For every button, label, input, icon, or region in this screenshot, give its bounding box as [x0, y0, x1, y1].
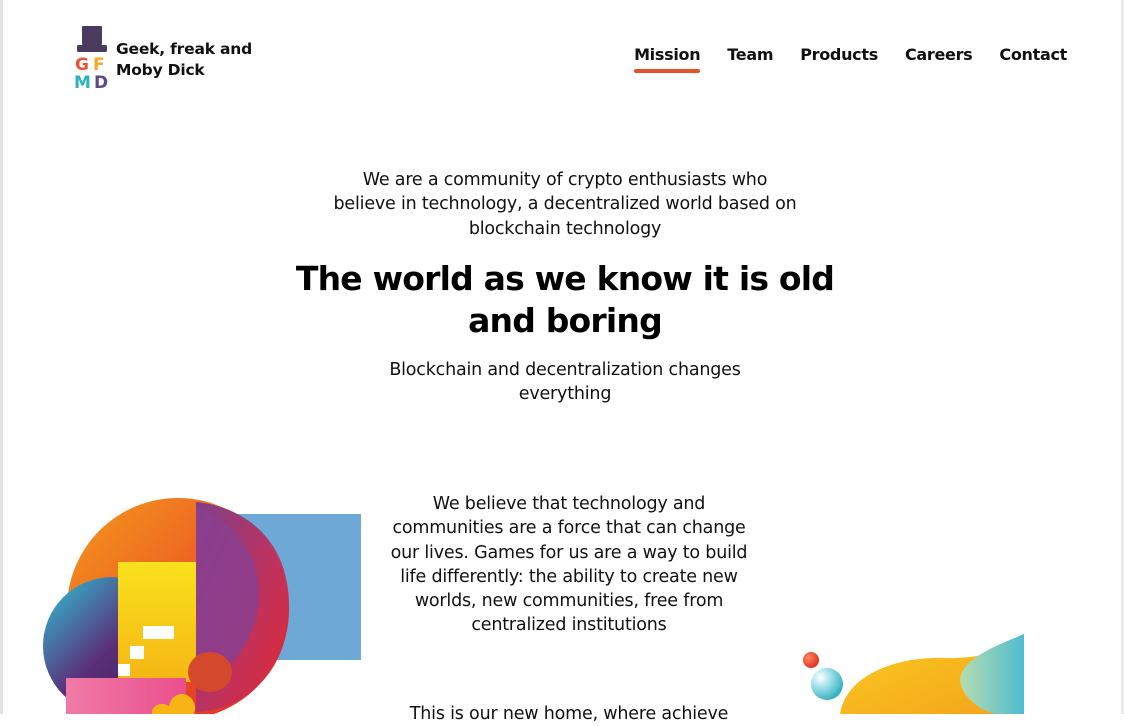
hero-headline: The world as we know it is old and borin… — [295, 259, 835, 340]
logo-letter-g: G — [75, 55, 89, 75]
page-left-edge — [0, 0, 3, 714]
next-paragraph-partial: This is our new home, where achieve — [409, 704, 729, 724]
nav-item-careers[interactable]: Careers — [905, 44, 973, 66]
nav-item-mission[interactable]: Mission — [634, 44, 701, 73]
logo-letter-d: D — [94, 73, 108, 90]
hero-subline: Blockchain and decentralization changes … — [389, 360, 741, 405]
brand-name-line2: Moby Dick — [116, 61, 205, 79]
abstract-illustration-right — [803, 634, 1024, 714]
nav-item-products[interactable]: Products — [800, 44, 878, 66]
abstract-illustration-left — [43, 498, 361, 714]
nav-item-contact[interactable]: Contact — [999, 44, 1067, 66]
top-hat-icon: G F M D — [74, 26, 108, 90]
brand-name-line1: Geek, freak and — [116, 40, 252, 58]
hero-intro-text: We are a community of crypto enthusiasts… — [333, 170, 797, 239]
logo-letter-f: F — [93, 55, 105, 75]
belief-paragraph: We believe that technology and communiti… — [390, 494, 748, 636]
logo-letter-m: M — [74, 73, 91, 90]
home-logo-link[interactable]: G F M D Geek, freak and Moby Dick — [74, 26, 264, 90]
brand-name: Geek, freak and Moby Dick — [116, 39, 266, 81]
nav-item-team[interactable]: Team — [727, 44, 773, 66]
main-nav: Mission Team Products Careers Contact — [607, 44, 1067, 73]
